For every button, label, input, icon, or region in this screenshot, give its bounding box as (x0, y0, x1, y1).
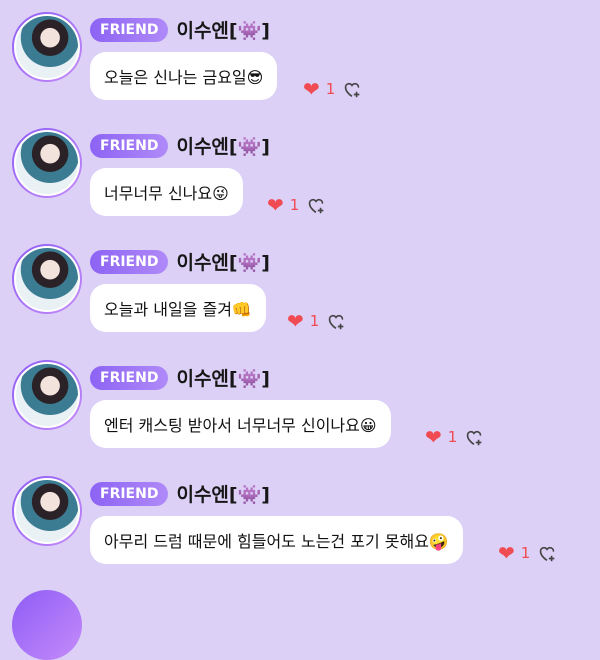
heart-icon[interactable]: ❤ (287, 311, 304, 331)
chat-message: FRIEND 이수엔[👾] 너무너무 신나요😜 ❤ 1 (0, 116, 600, 226)
avatar[interactable] (12, 12, 82, 82)
chat-message: FRIEND 이수엔[👾] 오늘은 신나는 금요일😎 ❤ 1 (0, 0, 600, 110)
avatar[interactable] (12, 360, 82, 430)
like-count: 1 (447, 428, 458, 446)
heart-icon[interactable]: ❤ (498, 543, 515, 563)
sender-header: FRIEND 이수엔[👾] (90, 16, 270, 43)
reaction-bar: ❤ 1 (425, 426, 485, 448)
profile-photo (14, 246, 80, 312)
like-count: 1 (520, 544, 531, 562)
profile-photo (14, 14, 80, 80)
sender-name[interactable]: 이수엔[👾] (176, 364, 269, 391)
reaction-bar: ❤ 1 (267, 194, 327, 216)
friend-badge: FRIEND (90, 133, 169, 158)
chat-message: FRIEND 이수엔[👾] 아무리 드럼 때문에 힘들어도 노는건 포기 못해요🤪 ❤… (0, 464, 600, 574)
message-bubble[interactable]: 엔터 캐스팅 받아서 너무너무 신이나요😀 (90, 400, 391, 448)
sender-name[interactable]: 이수엔[👾] (176, 16, 269, 43)
add-reaction-icon[interactable] (463, 426, 485, 448)
profile-photo (14, 478, 80, 544)
chat-message: FRIEND 이수엔[👾] 오늘과 내일을 즐겨👊 ❤ 1 (0, 232, 600, 342)
chat-message: FRIEND 이수엔[👾] 엔터 캐스팅 받아서 너무너무 신이나요😀 ❤ 1 (0, 348, 600, 458)
sender-name[interactable]: 이수엔[👾] (176, 480, 269, 507)
message-bubble[interactable]: 너무너무 신나요😜 (90, 168, 243, 216)
add-reaction-icon[interactable] (341, 78, 363, 100)
next-message-avatar[interactable] (12, 590, 82, 660)
friend-badge: FRIEND (90, 481, 169, 506)
avatar[interactable] (12, 244, 82, 314)
add-reaction-icon[interactable] (305, 194, 327, 216)
message-bubble[interactable]: 오늘과 내일을 즐겨👊 (90, 284, 266, 332)
profile-photo (14, 130, 80, 196)
message-bubble[interactable]: 아무리 드럼 때문에 힘들어도 노는건 포기 못해요🤪 (90, 516, 463, 564)
add-reaction-icon[interactable] (325, 310, 347, 332)
friend-badge: FRIEND (90, 249, 169, 274)
avatar[interactable] (12, 128, 82, 198)
reaction-bar: ❤ 1 (287, 310, 347, 332)
like-count: 1 (325, 80, 336, 98)
avatar[interactable] (12, 476, 82, 546)
message-bubble[interactable]: 오늘은 신나는 금요일😎 (90, 52, 278, 100)
sender-header: FRIEND 이수엔[👾] (90, 132, 270, 159)
like-count: 1 (289, 196, 300, 214)
heart-icon[interactable]: ❤ (425, 427, 442, 447)
add-reaction-icon[interactable] (536, 542, 558, 564)
like-count: 1 (309, 312, 320, 330)
reaction-bar: ❤ 1 (498, 542, 558, 564)
heart-icon[interactable]: ❤ (267, 195, 284, 215)
sender-header: FRIEND 이수엔[👾] (90, 248, 270, 275)
heart-icon[interactable]: ❤ (303, 79, 320, 99)
friend-badge: FRIEND (90, 365, 169, 390)
sender-name[interactable]: 이수엔[👾] (176, 248, 269, 275)
sender-name[interactable]: 이수엔[👾] (176, 132, 269, 159)
reaction-bar: ❤ 1 (303, 78, 363, 100)
chat-feed: FRIEND 이수엔[👾] 오늘은 신나는 금요일😎 ❤ 1 FRIEND 이수엔[👾] 너무… (0, 0, 600, 600)
sender-header: FRIEND 이수엔[👾] (90, 480, 270, 507)
profile-photo (14, 362, 80, 428)
friend-badge: FRIEND (90, 17, 169, 42)
sender-header: FRIEND 이수엔[👾] (90, 364, 270, 391)
